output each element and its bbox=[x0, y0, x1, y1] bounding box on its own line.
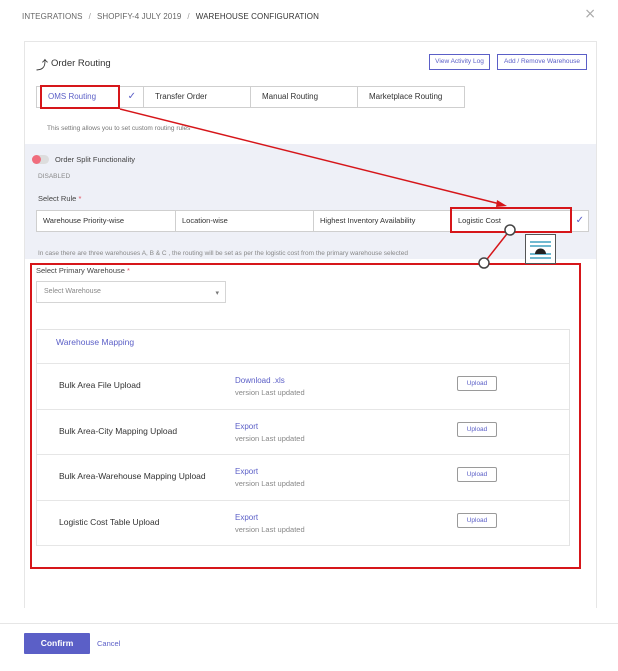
primary-warehouse-select[interactable]: Select Warehouse ▾ bbox=[36, 281, 226, 303]
tab-oms-routing[interactable]: OMS Routing ✓ bbox=[37, 87, 144, 107]
upload-button[interactable]: Upload bbox=[457, 513, 497, 528]
breadcrumb-integrations[interactable]: INTEGRATIONS bbox=[22, 12, 83, 21]
mapping-row: Bulk Area File Upload Download .xls vers… bbox=[37, 363, 569, 409]
add-remove-warehouse-button[interactable]: Add / Remove Warehouse bbox=[497, 54, 587, 70]
select-rule-text: Select Rule bbox=[38, 194, 77, 203]
check-icon: ✓ bbox=[575, 215, 584, 226]
chevron-down-icon: ▾ bbox=[215, 289, 219, 297]
upload-button[interactable]: Upload bbox=[457, 422, 497, 437]
zoom-indicator-graphic bbox=[530, 241, 551, 259]
rule-label: Logistic Cost bbox=[458, 216, 501, 225]
export-link[interactable]: Export bbox=[235, 422, 258, 431]
rule-label: Highest Inventory Availability bbox=[320, 216, 416, 225]
page-title: Order Routing bbox=[51, 58, 111, 69]
export-link[interactable]: Export bbox=[235, 467, 258, 476]
required-mark: * bbox=[127, 266, 130, 275]
version-text: version Last updated bbox=[235, 479, 305, 488]
rule-highest-inventory[interactable]: Highest Inventory Availability bbox=[314, 211, 452, 231]
confirm-button[interactable]: Confirm bbox=[24, 633, 90, 654]
tab-label: Marketplace Routing bbox=[369, 92, 443, 101]
version-text: version Last updated bbox=[235, 434, 305, 443]
toggle-knob bbox=[32, 155, 41, 164]
footer-divider bbox=[0, 623, 618, 624]
tab-marketplace-routing[interactable]: Marketplace Routing bbox=[358, 87, 464, 107]
order-split-label: Order Split Functionality bbox=[55, 155, 136, 164]
breadcrumb: INTEGRATIONS / SHOPIFY-4 JULY 2019 / WAREHOU… bbox=[22, 12, 319, 21]
view-activity-log-button[interactable]: View Activity Log bbox=[429, 54, 490, 70]
download-xls-link[interactable]: Download .xls bbox=[235, 376, 285, 385]
tab-label: Manual Routing bbox=[262, 92, 319, 101]
mapping-row: Bulk Area-Warehouse Mapping Upload Expor… bbox=[37, 454, 569, 500]
mapping-row: Logistic Cost Table Upload Export versio… bbox=[37, 500, 569, 546]
required-mark: * bbox=[78, 194, 82, 203]
zoom-indicator-icon bbox=[525, 234, 556, 264]
routing-arrow-icon: ⤴ bbox=[36, 58, 49, 72]
tab-manual-routing[interactable]: Manual Routing bbox=[251, 87, 358, 107]
mapping-row-label: Logistic Cost Table Upload bbox=[59, 517, 160, 527]
primary-warehouse-text: Select Primary Warehouse bbox=[36, 266, 125, 275]
rule-warehouse-priority[interactable]: Warehouse Priority-wise bbox=[37, 211, 176, 231]
warehouse-mapping-card: Warehouse Mapping Bulk Area File Upload … bbox=[36, 329, 570, 546]
rule-logistic-cost[interactable]: Logistic Cost ✓ bbox=[452, 211, 588, 231]
rule-options: Warehouse Priority-wise Location-wise Hi… bbox=[36, 210, 589, 232]
mapping-row-label: Bulk Area-City Mapping Upload bbox=[59, 426, 178, 436]
rule-location-wise[interactable]: Location-wise bbox=[176, 211, 314, 231]
version-text: version Last updated bbox=[235, 525, 305, 534]
check-icon: ✓ bbox=[127, 91, 136, 102]
routing-tabs: OMS Routing ✓ Transfer Order Manual Rout… bbox=[36, 86, 465, 108]
mapping-divider bbox=[37, 545, 569, 546]
export-link[interactable]: Export bbox=[235, 513, 258, 522]
select-rule-label: Select Rule * bbox=[38, 194, 81, 203]
mapping-row-label: Bulk Area-Warehouse Mapping Upload bbox=[59, 471, 206, 481]
tab-label: OMS Routing bbox=[48, 92, 97, 101]
tab-transfer-order[interactable]: Transfer Order bbox=[144, 87, 251, 107]
logistic-cost-note: In case there are three warehouses A, B … bbox=[38, 250, 408, 257]
rule-label: Location-wise bbox=[182, 216, 228, 225]
tab-description: This setting allows you to set custom ro… bbox=[47, 125, 191, 132]
order-split-toggle[interactable] bbox=[32, 155, 49, 164]
rule-label: Warehouse Priority-wise bbox=[43, 216, 124, 225]
version-text: version Last updated bbox=[235, 388, 305, 397]
warehouse-mapping-title: Warehouse Mapping bbox=[56, 337, 135, 347]
tab-label: Transfer Order bbox=[155, 92, 208, 101]
upload-button[interactable]: Upload bbox=[457, 467, 497, 482]
mapping-row-label: Bulk Area File Upload bbox=[59, 380, 141, 390]
order-split-status: DISABLED bbox=[38, 173, 71, 180]
select-placeholder: Select Warehouse bbox=[44, 288, 101, 295]
primary-warehouse-label: Select Primary Warehouse * bbox=[36, 266, 130, 275]
close-icon[interactable]: × bbox=[584, 6, 596, 22]
breadcrumb-shopify[interactable]: SHOPIFY-4 JULY 2019 bbox=[97, 12, 181, 21]
breadcrumb-current: WAREHOUSE CONFIGURATION bbox=[195, 12, 319, 21]
cancel-link[interactable]: Cancel bbox=[97, 639, 120, 648]
mapping-row: Bulk Area-City Mapping Upload Export ver… bbox=[37, 409, 569, 455]
upload-button[interactable]: Upload bbox=[457, 376, 497, 391]
breadcrumb-separator: / bbox=[187, 12, 190, 21]
breadcrumb-separator: / bbox=[88, 12, 91, 21]
